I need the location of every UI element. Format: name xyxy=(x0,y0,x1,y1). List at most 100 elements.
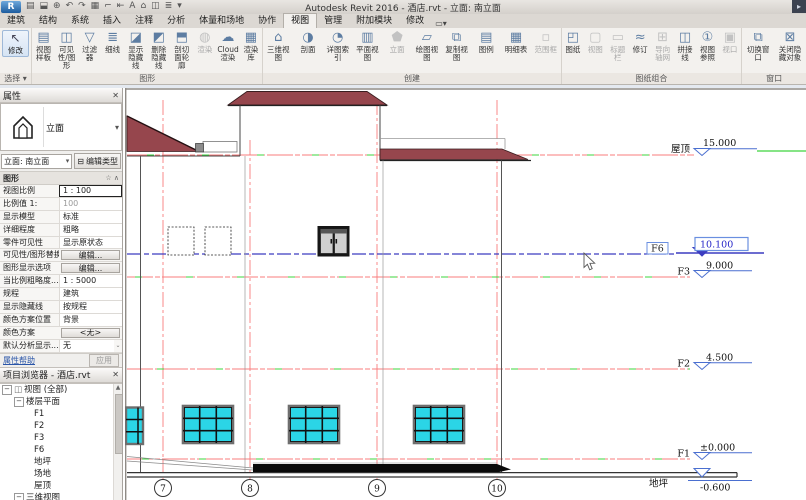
view-scale-value[interactable]: 1 : 100 xyxy=(59,185,122,197)
panel-select-label[interactable]: 选择 ▾ xyxy=(0,73,31,84)
tab-structure[interactable]: 结构 xyxy=(32,14,64,28)
tree-3d-views[interactable]: − 三维视图 xyxy=(0,492,122,500)
level-head-f1[interactable]: F1 ±0.000 xyxy=(677,443,752,461)
remove-hidden-lines-button[interactable]: ◩ 删除隐藏线 xyxy=(147,29,170,70)
window[interactable] xyxy=(287,404,341,445)
close-hidden-button[interactable]: ⊠ 关闭隐藏对象 xyxy=(774,29,806,62)
schedule-button[interactable]: ▦ 明细表 xyxy=(501,29,531,54)
infocenter-search[interactable]: ▸ xyxy=(792,0,806,13)
discipline-value[interactable]: 建筑 xyxy=(59,288,122,301)
window-partial-left[interactable] xyxy=(124,406,145,446)
tree-views-root[interactable]: − ◫ 视图 (全部) xyxy=(0,384,122,396)
roof-right-slab[interactable] xyxy=(379,148,529,160)
tree-item-f6[interactable]: F6 xyxy=(0,444,122,456)
color-scheme-button[interactable]: <无> xyxy=(61,327,120,338)
tab-addins[interactable]: 附加模块 xyxy=(349,14,399,28)
project-browser-header[interactable]: 项目浏览器 - 酒店.rvt ✕ xyxy=(0,366,122,383)
level-head-f6-selected[interactable]: F6 10.100 xyxy=(646,236,764,257)
tab-modify[interactable]: 修改 xyxy=(399,14,431,28)
analysis-display-value[interactable]: 无 xyxy=(59,339,114,352)
tab-systems[interactable]: 系统 xyxy=(64,14,96,28)
penthouse-roof[interactable] xyxy=(226,91,389,106)
section-collapse-icon[interactable]: ☆ ∧ xyxy=(105,174,119,182)
filter-button[interactable]: ▽ 过滤器 xyxy=(78,29,101,62)
tree-item-f1[interactable]: F1 xyxy=(0,408,122,420)
tab-analyze[interactable]: 分析 xyxy=(160,14,192,28)
tab-view[interactable]: 视图 xyxy=(283,13,318,28)
duplicate-view-button[interactable]: ⧉ 复制视图 xyxy=(442,29,472,62)
view-reference-button[interactable]: ① 视图参照 xyxy=(696,29,718,62)
level-head-wuding[interactable]: 屋顶 15.000 xyxy=(671,138,757,157)
tree-item-wuding[interactable]: 屋顶 xyxy=(0,480,122,492)
vg-edit-button[interactable]: 编辑... xyxy=(61,250,120,261)
visibility-graphics-button[interactable]: ◫ 可见性/图形 xyxy=(55,29,78,70)
browser-close-icon[interactable]: ✕ xyxy=(112,370,119,379)
edit-type-button[interactable]: ⊟ 编辑类型 xyxy=(74,153,121,169)
tab-insert[interactable]: 插入 xyxy=(96,14,128,28)
grid-bubble-7[interactable]: 7 xyxy=(154,479,172,497)
tab-massing-site[interactable]: 体量和场地 xyxy=(192,14,251,28)
type-selector[interactable]: 立面 ▾ xyxy=(0,103,122,151)
detail-level-value[interactable]: 粗略 xyxy=(59,223,122,236)
section-button[interactable]: ◑ 剖面 xyxy=(293,29,323,54)
window[interactable] xyxy=(412,404,466,445)
building-elevation[interactable] xyxy=(124,91,738,478)
tab-architecture[interactable]: 建筑 xyxy=(0,14,32,28)
scroll-up-icon[interactable]: ▲ xyxy=(114,384,122,392)
guide-grid-button[interactable]: ⊞ 导向轴网 xyxy=(651,29,673,62)
render-gallery-button[interactable]: ▦ 渲染库 xyxy=(239,29,262,62)
render-button[interactable]: ◍ 渲染 xyxy=(193,29,216,54)
double-door[interactable] xyxy=(317,226,350,257)
graphic-options-edit-button[interactable]: 编辑... xyxy=(61,263,120,274)
ribbon-state-icon[interactable]: ▭▾ xyxy=(431,19,451,28)
grid-bubble-10[interactable]: 10 xyxy=(488,479,506,497)
windows[interactable] xyxy=(124,404,466,446)
view-selector[interactable]: 立面: 南立面 ▾ xyxy=(1,153,73,169)
props-scroll-down-icon[interactable]: ⌄ xyxy=(114,340,122,352)
switch-windows-button[interactable]: ⧉ 切换窗口 xyxy=(742,29,774,62)
viewport-button[interactable]: ▣ 视口 xyxy=(719,29,741,54)
tree-floor-plans[interactable]: − 楼层平面 xyxy=(0,396,122,408)
panel-graphics-label[interactable]: 图形 xyxy=(32,73,263,84)
thin-lines-button[interactable]: ≣ 细线 xyxy=(101,29,124,54)
view-3d-button[interactable]: ⌂ 三维视图 xyxy=(263,29,293,62)
panel-create-label[interactable]: 创建 xyxy=(263,73,561,84)
section-graphics[interactable]: 图形 ☆ ∧ xyxy=(0,171,122,185)
properties-help-link[interactable]: 属性帮助 xyxy=(3,355,35,366)
grid-bubble-8[interactable]: 8 xyxy=(241,479,259,497)
cut-profile-button[interactable]: ⬒ 剖切面轮廓 xyxy=(170,29,193,70)
panel-sheet-label[interactable]: 图纸组合 xyxy=(561,73,742,84)
tree-item-changdi[interactable]: 场地 xyxy=(0,468,122,480)
door-opening-dashed[interactable] xyxy=(204,226,232,256)
plan-view-button[interactable]: ▥ 平面视图 xyxy=(353,29,383,62)
revisions-button[interactable]: ≈ 修订 xyxy=(629,29,651,54)
color-scheme-loc-value[interactable]: 背景 xyxy=(59,313,122,326)
apply-button[interactable]: 应用 xyxy=(89,353,119,367)
tree-item-diping[interactable]: 地坪 xyxy=(0,456,122,468)
tree-item-f2[interactable]: F2 xyxy=(0,420,122,432)
grid-bubbles[interactable]: 7 8 9 10 xyxy=(154,479,506,497)
title-block-button[interactable]: ▭ 标题栏 xyxy=(607,29,629,62)
door-opening-dashed[interactable] xyxy=(167,226,195,256)
callout-button[interactable]: ◔ 详图索引 xyxy=(323,29,353,62)
tree-scrollbar[interactable]: ▲ xyxy=(113,383,122,500)
matchline-button[interactable]: ◫ 拼接线 xyxy=(674,29,696,62)
tab-annotate[interactable]: 注释 xyxy=(128,14,160,28)
legend-button[interactable]: ▤ 图例 xyxy=(471,29,501,54)
window[interactable] xyxy=(181,404,235,445)
tree-item-f3[interactable]: F3 xyxy=(0,432,122,444)
scale-value[interactable]: 100 xyxy=(59,197,122,210)
chimney[interactable] xyxy=(195,143,204,153)
view-place-button[interactable]: ▢ 视图 xyxy=(584,29,606,54)
scope-box-button[interactable]: ▫ 范围框 xyxy=(531,29,561,54)
modify-button[interactable]: ↖ 修改 xyxy=(2,30,29,57)
drafting-view-button[interactable]: ▱ 绘图视图 xyxy=(412,29,442,62)
parapet[interactable] xyxy=(202,141,238,153)
grid-bubble-9[interactable]: 9 xyxy=(368,479,386,497)
view-template-button[interactable]: ▤ 视图样板 xyxy=(32,29,55,62)
show-hidden-lines-button[interactable]: ◪ 显示隐藏线 xyxy=(124,29,147,70)
display-model-value[interactable]: 标准 xyxy=(59,210,122,223)
type-selector-arrow-icon[interactable]: ▾ xyxy=(115,123,119,132)
render-cloud-button[interactable]: ☁ Cloud 渲染 xyxy=(216,29,239,62)
canopy-shadow[interactable] xyxy=(253,464,511,473)
